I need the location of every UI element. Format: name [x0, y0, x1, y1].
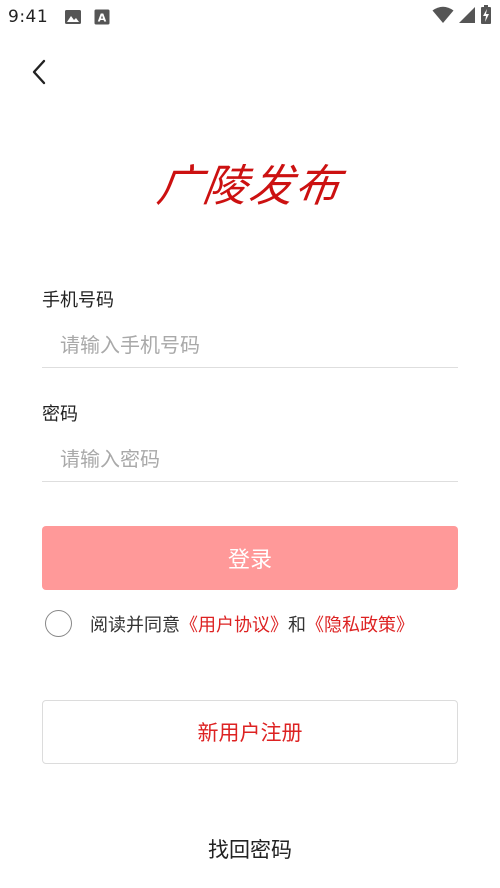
font-icon: A [94, 9, 110, 25]
login-screen: 9:41 A 广陵发布 手机号码 请输入手机号码 密码 登录 阅读并同意 《用户… [0, 0, 500, 888]
back-button[interactable] [24, 56, 54, 88]
signal-icon [458, 6, 476, 28]
agree-checkbox[interactable] [45, 610, 72, 637]
agree-prefix: 阅读并同意 [90, 614, 180, 636]
svg-text:A: A [98, 12, 107, 25]
app-logo: 广陵发布 [0, 150, 500, 214]
status-right-group [432, 5, 492, 29]
phone-label: 手机号码 [42, 290, 114, 311]
chevron-left-icon [32, 59, 46, 85]
register-button[interactable]: 新用户注册 [42, 700, 458, 764]
status-bar: 9:41 A [0, 0, 500, 34]
wifi-icon [432, 6, 454, 28]
agreement-row: 阅读并同意 《用户协议》 和 《隐私政策》 [45, 610, 414, 637]
user-agreement-link[interactable]: 《用户协议》 [180, 611, 288, 637]
password-input[interactable] [42, 436, 458, 482]
password-label: 密码 [42, 404, 78, 425]
forgot-password-link[interactable]: 找回密码 [0, 834, 500, 864]
image-icon [64, 9, 82, 25]
logo-text: 广陵发布 [153, 161, 345, 212]
login-button[interactable]: 登录 [42, 526, 458, 590]
status-time: 9:41 [8, 7, 49, 27]
phone-input[interactable] [42, 322, 458, 368]
agree-joiner: 和 [288, 614, 306, 636]
privacy-policy-link[interactable]: 《隐私政策》 [306, 611, 414, 637]
battery-icon [480, 5, 492, 29]
